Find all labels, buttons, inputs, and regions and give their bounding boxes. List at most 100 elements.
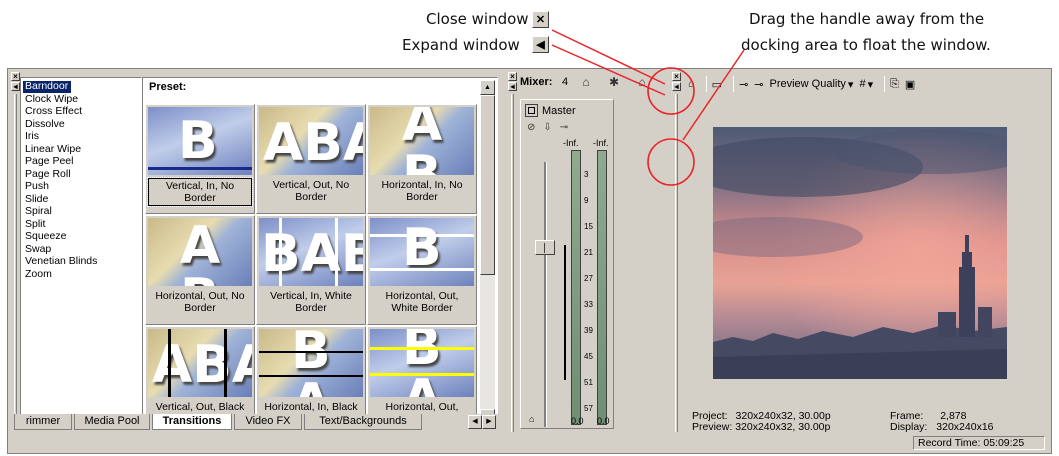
transition-item[interactable]: Cross Effect <box>23 105 141 118</box>
transition-item[interactable]: Page Roll <box>23 168 141 181</box>
preset-thumbnail[interactable]: BAB Vertical, In, White Border <box>256 215 366 325</box>
transition-item-label: Swap <box>25 242 52 255</box>
transition-item-label: Barndoor <box>23 80 72 93</box>
mute-icon[interactable]: ⊘ <box>527 122 535 133</box>
preset-thumbnail[interactable]: B A BHorizontal, Out, Yellow Border <box>367 326 477 424</box>
master-fader-knob[interactable] <box>535 240 555 255</box>
meter-scale: 3 9 15 21 27 33 39 45 51 57 <box>582 150 596 425</box>
preset-caption: Horizontal, Out, White Border <box>385 290 459 314</box>
transitions-dock-handle[interactable]: × ◂ <box>11 72 20 432</box>
transition-item-label: Split <box>25 217 46 230</box>
meter-scale-tick: 15 <box>584 222 593 231</box>
transition-item[interactable]: Iris <box>23 130 141 143</box>
meter-scale-tick: 33 <box>584 300 593 309</box>
preset-thumbnail[interactable]: A B Horizontal, In, No Border <box>367 104 477 214</box>
preset-preview-image: B <box>148 107 252 175</box>
preset-thumbnail[interactable]: ABA Vertical, Out, No Border <box>256 104 366 214</box>
meter-scale-tick: 9 <box>584 196 589 205</box>
master-toggle-button[interactable] <box>525 104 538 117</box>
transition-item-label: Page Peel <box>25 155 74 167</box>
right-inf-readout: -Inf. <box>593 138 609 148</box>
toolbar-separator <box>733 76 735 92</box>
tab-scroll-left-button[interactable]: ◀ <box>468 415 482 429</box>
pin-icon[interactable]: ⇩ <box>543 122 551 133</box>
transition-item-label: Page Roll <box>25 167 71 180</box>
transitions-close-button[interactable]: × <box>11 72 20 81</box>
preview-fx-button[interactable]: ⊸ <box>754 78 763 91</box>
preview-info: Preview: 320x240x32, 30.00p <box>692 422 830 433</box>
preset-thumbnail[interactable]: B AHorizontal, In, Black Border <box>256 326 366 424</box>
right-db-value: 0.0 <box>597 416 610 426</box>
mixer-properties-button[interactable]: ⌂ <box>578 74 594 90</box>
transition-item-label: Squeeze <box>25 230 67 242</box>
preset-caption: Vertical, In, No Border <box>147 177 253 207</box>
transition-item[interactable]: Swap <box>23 243 141 256</box>
insert-fx-button[interactable]: ⌂ <box>634 74 650 90</box>
transition-item[interactable]: Linear Wipe <box>23 143 141 156</box>
preset-preview-image: ABA <box>148 329 252 397</box>
insert-bus-button[interactable]: ✱ <box>606 74 622 90</box>
chevron-down-icon: ▾ <box>847 78 854 91</box>
transition-item[interactable]: Page Peel <box>23 155 141 168</box>
preset-scrollbar[interactable]: ▲ ▼ <box>480 80 495 424</box>
preset-thumbnail[interactable]: ABAVertical, Out, Black Border <box>145 326 255 424</box>
scroll-thumb[interactable] <box>480 95 495 275</box>
save-snapshot-button[interactable]: ▣ <box>905 78 915 91</box>
sunset-city-image <box>713 127 1007 379</box>
bus-fx-icon[interactable]: ⊸ <box>560 122 568 133</box>
preset-thumbnail[interactable]: A B Horizontal, Out, No Border <box>145 215 255 325</box>
transition-item[interactable]: Split <box>23 218 141 231</box>
master-label: Master <box>542 104 576 117</box>
video-preview-panel: ⌂ ▭ ⊸ ⊸ Preview Quality ▾ # ▾ ⎘ ▣ Projec… <box>670 73 1050 451</box>
scroll-up-button[interactable]: ▲ <box>480 80 495 95</box>
toolbar-separator <box>705 76 707 92</box>
close-icon: × <box>13 72 18 81</box>
triangle-left-icon: ◀ <box>536 39 545 51</box>
transition-item-label: Cross Effect <box>25 105 82 117</box>
transitions-expand-button[interactable]: ◂ <box>11 82 20 91</box>
tab-text-backgrounds[interactable]: Text/Backgrounds <box>304 414 422 430</box>
transition-item[interactable]: Dissolve <box>23 118 141 131</box>
fx-icon: ⌂ <box>638 75 646 89</box>
preset-preview-image: B A B <box>370 329 474 397</box>
transitions-drag-bar[interactable] <box>14 94 17 432</box>
transition-item[interactable]: Venetian Blinds <box>23 255 141 268</box>
master-fader-track[interactable] <box>544 162 547 427</box>
properties-icon: ⌂ <box>688 78 695 90</box>
meter-scale-tick: 27 <box>584 274 593 283</box>
left-level-meter <box>571 150 581 425</box>
transition-item[interactable]: Clock Wipe <box>23 93 141 106</box>
preset-caption: Horizontal, Out, No Border <box>155 290 245 314</box>
transition-item[interactable]: Barndoor <box>23 80 141 93</box>
transition-item[interactable]: Squeeze <box>23 230 141 243</box>
right-level-meter <box>597 150 607 425</box>
tab-media-pool[interactable]: Media Pool <box>74 414 150 430</box>
drag-handle-callout-line1: Drag the handle away from the <box>749 10 985 28</box>
transition-item[interactable]: Push <box>23 180 141 193</box>
transition-item[interactable]: Zoom <box>23 268 141 281</box>
video-frame <box>713 127 1007 379</box>
preview-label: Preview: <box>692 421 733 433</box>
tab-rimmer[interactable]: rimmer <box>14 414 72 430</box>
external-monitor-button[interactable]: ▭ <box>712 78 722 91</box>
preset-thumb-letters: ABA <box>152 335 252 395</box>
preset-thumbnail[interactable]: B Horizontal, Out, White Border <box>367 215 477 325</box>
lock-icon[interactable]: ⌂ <box>529 414 534 424</box>
tab-scroll-right-button[interactable]: ▶ <box>482 415 496 429</box>
preset-thumbnail[interactable]: B Vertical, In, No Border <box>145 104 255 214</box>
transition-item[interactable]: Slide <box>23 193 141 206</box>
overlays-button[interactable]: # ▾ <box>859 78 873 91</box>
tab-video-fx[interactable]: Video FX <box>234 414 302 430</box>
transition-item[interactable]: Spiral <box>23 205 141 218</box>
copy-snapshot-button[interactable]: ⎘ <box>890 78 899 91</box>
properties-icon: ⌂ <box>582 75 590 89</box>
meter-scale-tick: 57 <box>584 404 593 413</box>
preview-bus-button[interactable]: ⊸ <box>739 78 748 91</box>
fader-level-line <box>564 245 566 380</box>
record-time-status: Record Time: 05:09:25 <box>913 436 1045 450</box>
preview-properties-button[interactable]: ⌂ <box>688 78 695 90</box>
transitions-list[interactable]: Barndoor Clock Wipe Cross Effect Dissolve Ir… <box>20 77 142 427</box>
sparkle-icon: ✱ <box>608 75 620 89</box>
tab-transitions[interactable]: Transitions <box>152 414 232 430</box>
preview-quality-dropdown[interactable]: Preview Quality ▾ <box>770 78 854 91</box>
